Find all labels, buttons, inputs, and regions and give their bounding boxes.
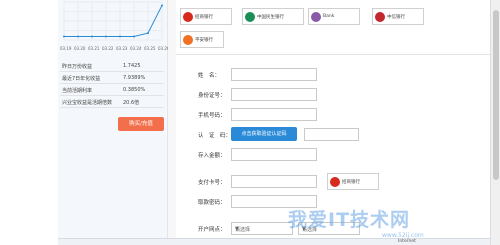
pingan-logo-icon (183, 35, 193, 45)
selected-bank-name: 招商银行 (342, 180, 360, 185)
citic-logo-icon (375, 12, 385, 22)
bank-name: 中信银行 (387, 15, 405, 20)
name-label: 姓 名： (198, 73, 221, 79)
metric-value: 20.6倍 (123, 100, 140, 106)
metrics-list: 昨日万份收益 1.7425 最近7日年化收益 7.9389% 当前活期利率 0.… (60, 60, 164, 108)
bank-option-cmb[interactable]: 招商银行 (180, 8, 232, 25)
earnings-line-chart (63, 1, 163, 41)
amount-label: 存入金额： (198, 153, 226, 159)
cmbc-logo-icon (245, 12, 255, 22)
metric-demand-rate: 当前活期利率 0.3850% (60, 84, 164, 96)
x-tick-label: 03.25 (144, 46, 156, 51)
x-tick-label: 03.20 (74, 46, 86, 51)
earnings-panel: 03.19 03.20 03.21 03.22 03.23 03.24 03.25 03.26… (58, 0, 169, 245)
cmb-logo-icon (330, 177, 340, 187)
vertical-scrollbar[interactable] (490, 0, 500, 245)
x-tick-label: 03.22 (102, 46, 114, 51)
password-label: 取款密码： (198, 200, 226, 206)
bank-name: Bank (323, 14, 335, 19)
chart-point (91, 35, 93, 38)
chart-point (161, 4, 163, 7)
metric-yesterday-earnings: 昨日万份收益 1.7425 (60, 60, 164, 72)
bank-name: 招商银行 (195, 15, 213, 20)
buy-recharge-button[interactable]: 购买/充值 (118, 117, 164, 131)
metric-label: 当前活期利率 (62, 88, 93, 94)
metric-label: 兴业宝收益是活期倍数 (62, 100, 113, 106)
metric-value: 0.3850% (123, 87, 146, 93)
bank-name: 中国民生银行 (257, 15, 284, 20)
card-number-input[interactable] (231, 175, 317, 188)
chart-point (119, 35, 121, 38)
bank-option-cmbc[interactable]: 中国民生银行 (242, 8, 304, 25)
chevron-down-icon: ▼ (235, 226, 239, 232)
status-text: Internet (398, 239, 416, 244)
watermark-text: 我爱IT技术网 (288, 209, 411, 231)
form-row-amount: 存入金额： (176, 146, 500, 164)
chart-point (105, 35, 107, 38)
get-verify-code-button[interactable]: 点击获取验证认证码 (231, 127, 297, 141)
form-row-card: 支付卡号： 招商银行 (176, 173, 500, 191)
bank-option-pingan[interactable]: 平安银行 (180, 31, 224, 48)
verify-code-label: 认 证 码： (198, 133, 232, 139)
form-row-verify: 认 证 码： 点击获取验证认证码 (176, 126, 500, 144)
selected-bank-badge: 招商银行 (327, 173, 379, 190)
x-tick-label: 03.23 (116, 46, 128, 51)
card-number-label: 支付卡号： (198, 180, 226, 186)
metric-value: 7.9389% (123, 75, 146, 81)
metric-label: 最近7日年化收益 (62, 76, 101, 82)
column-divider (168, 0, 176, 245)
scrollbar-thumb[interactable] (493, 10, 499, 180)
form-row-phone: 手机号码： (176, 106, 500, 124)
earnings-chart: 03.19 03.20 03.21 03.22 03.23 03.24 03.25 03.26 (60, 0, 169, 52)
chart-x-axis: 03.19 03.20 03.21 03.22 03.23 03.24 03.25 03.26 (60, 44, 169, 52)
chart-point (63, 35, 65, 38)
branch-label: 开户网点： (198, 227, 226, 233)
id-number-label: 身份证号： (198, 93, 226, 99)
bank-option-citic[interactable]: 中信银行 (372, 8, 424, 25)
x-tick-label: 03.19 (60, 46, 72, 51)
phone-label: 手机号码： (198, 113, 226, 119)
chart-point (147, 32, 149, 35)
chart-point (77, 35, 79, 38)
id-number-input[interactable] (231, 88, 317, 101)
bank-selection: 招商银行 中国民生银行 Bank 中信银行 平安银行 (176, 0, 500, 54)
metric-multiple: 兴业宝收益是活期倍数 20.6倍 (60, 96, 164, 108)
x-tick-label: 03.24 (130, 46, 142, 51)
metric-label: 昨日万份收益 (62, 64, 93, 70)
watermark-url: www.52ij.com (382, 232, 424, 239)
province-select[interactable]: 请选择 ▼ (231, 222, 293, 235)
chart-point (133, 35, 135, 38)
ceb-logo-icon (311, 12, 321, 22)
cmb-logo-icon (183, 12, 193, 22)
browser-status-bar: Internet (58, 238, 490, 245)
metric-7day-yield: 最近7日年化收益 7.9389% (60, 72, 164, 84)
metric-value: 1.7425 (123, 63, 141, 69)
name-input[interactable] (231, 68, 317, 81)
x-tick-label: 03.21 (88, 46, 100, 51)
verify-code-input[interactable] (304, 128, 359, 141)
phone-input[interactable] (231, 108, 317, 121)
form-row-id: 身份证号： (176, 86, 500, 104)
bank-option-ceb[interactable]: Bank (308, 8, 360, 25)
bank-name: 平安银行 (195, 38, 213, 43)
amount-input[interactable] (231, 148, 317, 161)
form-row-name: 姓 名： (176, 66, 500, 84)
